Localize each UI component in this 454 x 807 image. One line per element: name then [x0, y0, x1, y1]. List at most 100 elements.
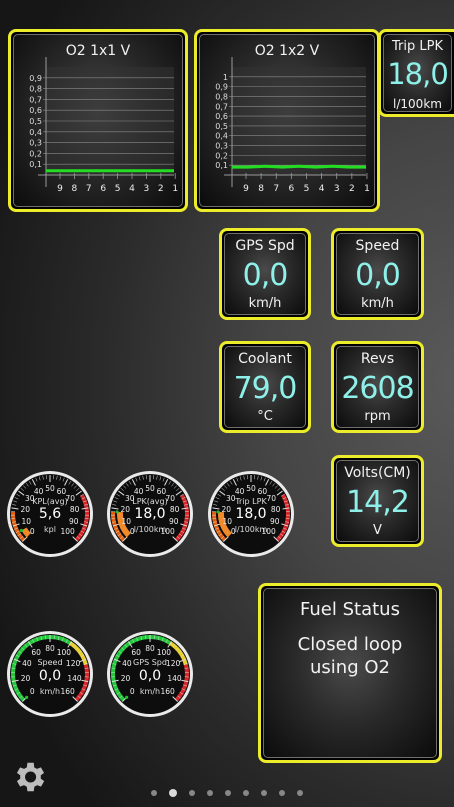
trip-lpk-unit: l/100km — [393, 97, 442, 111]
speed-display[interactable]: Speed 0,0 km/h — [331, 228, 424, 320]
page-dot[interactable] — [243, 789, 249, 796]
o2-sensor-1-x-tick-label: 9 — [57, 184, 63, 194]
lpk-avg-gauge-unit: l/100km — [133, 525, 167, 534]
revs-title: Revs — [360, 351, 395, 367]
gauge-needle-marker — [25, 695, 29, 699]
coolant-unit: °C — [257, 409, 273, 424]
o2-sensor-2-y-tick-label: 0,1 — [215, 161, 228, 170]
o2-sensor-1-plot: 0,9 0,80,7 0,6 0,5 0,4 0,30,2 0,1 9 8 7 6 5 4 3 2 1 — [29, 57, 178, 194]
gauge-tick-label: 90 — [68, 516, 79, 526]
trip-lpk-title: Trip LPK — [392, 39, 443, 54]
page-dot[interactable] — [279, 789, 285, 796]
trip-lpk-display-body: Trip LPK 18,0 l/100km — [383, 34, 452, 112]
gauge-tick-label: 0 — [129, 526, 135, 536]
kpl-avg-gauge[interactable]: KPL(avg) 5,6 kpl 0 10 20 30 40 50 60 70 80 90 100 — [4, 468, 96, 560]
o2-sensor-1-y-tick-label: 0,3 — [29, 139, 42, 148]
revs-display[interactable]: Revs 2608 rpm — [331, 341, 424, 433]
gps-speed-unit: km/h — [248, 296, 282, 311]
gauge-tick-label: 70 — [65, 494, 75, 504]
o2-sensor-1-y-tick-label: 0,2 — [29, 149, 42, 158]
lpk-avg-gauge[interactable]: LPK(avg) 18,0 l/100km 0 10 20 30 40 50 60 70 80 9… — [104, 468, 196, 560]
speed-unit: km/h — [361, 296, 394, 311]
trip-lpk-gauge[interactable]: Trip LPK 18,0 l/100km 0 10 20 30 40 50 60 70 80 9… — [205, 468, 297, 560]
gps-speed-gauge[interactable]: GPS Spd 0,0 km/h 0 20 40 60 80 100 120 140 160 — [104, 628, 196, 720]
page-dot[interactable] — [207, 789, 213, 796]
o2-sensor-1-x-tick-label: 1 — [172, 184, 178, 194]
fuel-status-title: Fuel Status — [300, 599, 400, 620]
o2-sensor-1-y-tick-label: 0,8 — [29, 85, 42, 94]
gps-speed-title: GPS Spd — [235, 238, 295, 254]
gauge-tick-label: 20 — [221, 505, 232, 515]
gauge-tick-label: 100 — [261, 526, 276, 536]
gps-speed-value: 0,0 — [242, 258, 289, 293]
o2-sensor-2-x-tick-label: 1 — [364, 184, 370, 194]
gauge-tick-label: 20 — [120, 505, 131, 515]
gauge-tick-label: 10 — [21, 516, 31, 526]
gauge-tick-label: 140 — [67, 673, 82, 683]
o2-sensor-2-y-tick-label: 0,4 — [215, 132, 228, 141]
page-dot[interactable] — [225, 789, 231, 796]
page-indicator[interactable] — [0, 782, 454, 797]
gauge-tick-label: 140 — [167, 673, 182, 683]
gauge-tick-label: 160 — [60, 686, 75, 696]
o2-sensor-2-x-tick-label: 2 — [349, 184, 355, 194]
volts-title: Volts(CM) — [344, 465, 411, 481]
gauge-needle-marker — [125, 695, 129, 699]
gauge-tick-label: 120 — [165, 659, 181, 669]
speed-display-body: Speed 0,0 km/h — [336, 233, 419, 315]
o2-sensor-2-x-tick-label: 9 — [243, 184, 249, 194]
page-dot[interactable] — [151, 789, 157, 796]
o2-sensor-1-x-tick-label: 6 — [100, 184, 106, 194]
o2-sensor-2-chart[interactable]: O2 1x2 V 1 0,9 0,8 0,7 0,6 0,5 0,4 0,3 0,2 0,1 9 8 7… — [194, 29, 380, 212]
gauge-tick-label: 90 — [269, 516, 280, 526]
o2-sensor-2-x-tick-label: 3 — [334, 184, 340, 194]
coolant-title: Coolant — [238, 351, 292, 367]
gauge-tick-label: 90 — [168, 516, 179, 526]
o2-sensor-1-y-tick-label: 0,1 — [29, 160, 42, 169]
o2-sensor-2-x-tick-label: 8 — [258, 184, 264, 194]
fuel-status-display-body: Fuel Status Closed loop using O2 — [263, 588, 437, 758]
page-dot[interactable] — [189, 789, 195, 796]
gauge-tick-label: 100 — [60, 526, 75, 536]
o2-sensor-2-x-tick-label: 5 — [304, 184, 310, 194]
o2-sensor-1-y-tick-label: 0,9 — [29, 74, 42, 83]
gauge-tick-label: 20 — [20, 505, 31, 515]
trip-lpk-value: 18,0 — [387, 57, 449, 91]
volts-display[interactable]: Volts(CM) 14,2 V — [331, 455, 424, 547]
kpl-avg-gauge-unit: kpl — [44, 525, 56, 534]
o2-sensor-2-y-tick-label: 0,3 — [215, 142, 228, 151]
o2-sensor-2-y-tick-label: 0,5 — [215, 122, 228, 131]
volts-unit: V — [373, 523, 382, 538]
gauge-tick-label: 20 — [20, 673, 31, 683]
gps-speed-display[interactable]: GPS Spd 0,0 km/h — [219, 228, 311, 320]
gauge-tick-label: 0 — [129, 686, 135, 696]
o2-sensor-1-chart-body: O2 1x1 V 0,9 0,8 0,7 0,6 0,5 0,4 0,3 0,2 0,1 9 8 7 6… — [13, 34, 183, 207]
gauge-tick-label: 0 — [230, 526, 236, 536]
coolant-value: 79,0 — [233, 371, 298, 406]
page-dot[interactable] — [261, 789, 267, 796]
o2-sensor-2-series-line — [232, 164, 366, 169]
o2-sensor-1-x-tick-label: 3 — [144, 184, 150, 194]
volts-display-body: Volts(CM) 14,2 V — [336, 460, 419, 542]
page-dot[interactable] — [169, 788, 177, 797]
coolant-display[interactable]: Coolant 79,0 °C — [219, 341, 311, 433]
fuel-status-line-1: Closed loop — [297, 634, 403, 655]
gauge-tick-label: 100 — [156, 648, 172, 658]
gps-speed-display-body: GPS Spd 0,0 km/h — [224, 233, 306, 315]
revs-unit: rpm — [364, 409, 391, 424]
o2-sensor-2-y-tick-label: 0,7 — [215, 102, 228, 111]
gauge-tick-label: 160 — [160, 686, 175, 696]
o2-sensor-2-plot: 10,90,80,70,60,50,40,30,20,19 8 7 6 5 4 3 2 1 — [215, 57, 370, 194]
o2-sensor-1-chart[interactable]: O2 1x1 V 0,9 0,8 0,7 0,6 0,5 0,4 0,3 0,2 0,1 9 8 7 6… — [8, 29, 188, 212]
trip-lpk-display[interactable]: Trip LPK 18,0 l/100km — [378, 29, 454, 117]
o2-sensor-2-chart-body: O2 1x2 V 1 0,9 0,8 0,7 0,6 0,5 0,4 0,3 0,2 0,1 9 8 7… — [199, 34, 375, 207]
speed-gauge[interactable]: Speed 0,0 km/h 0 20 40 60 80 100 120 140 160 — [4, 628, 96, 720]
o2-sensor-2-x-tick-label: 6 — [288, 184, 294, 194]
o2-sensor-1-x-tick-label: 2 — [158, 184, 164, 194]
o2-sensor-1-x-tick-label: 5 — [115, 184, 121, 194]
o2-sensor-1-y-tick-label: 0,5 — [29, 117, 42, 126]
volts-value: 14,2 — [346, 485, 410, 520]
fuel-status-display[interactable]: Fuel Status Closed loop using O2 — [258, 583, 442, 763]
page-dot[interactable] — [297, 789, 303, 796]
speed-title: Speed — [355, 238, 400, 254]
